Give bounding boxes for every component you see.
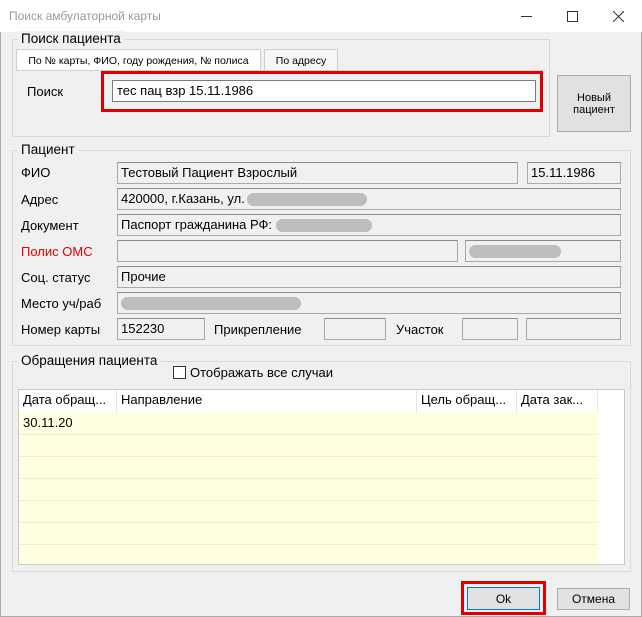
area-extra-field[interactable]	[526, 318, 621, 340]
col-header-direction[interactable]: Направление	[117, 390, 417, 412]
document-label: Документ	[21, 218, 79, 233]
document-field[interactable]: Паспорт гражданина РФ:	[117, 214, 621, 236]
column-4	[517, 390, 598, 564]
visits-table[interactable]: Дата обращ... Направление Цель обращ... …	[18, 389, 625, 565]
tab-by-card[interactable]: По № карты, ФИО, году рождения, № полиса	[16, 49, 261, 70]
col-header-purpose[interactable]: Цель обращ...	[417, 390, 517, 412]
row-divider	[19, 456, 598, 457]
oms-blur	[469, 245, 561, 259]
search-group-label: Поиск пациента	[18, 31, 124, 46]
show-all-label: Отображать все случаи	[190, 365, 333, 380]
address-blur	[246, 193, 367, 207]
minimize-icon[interactable]	[503, 0, 549, 32]
card-number-label: Номер карты	[21, 322, 101, 337]
row-divider	[19, 544, 598, 545]
area-field[interactable]	[462, 318, 518, 340]
visits-group-label: Обращения пациента	[18, 353, 161, 368]
column-3	[417, 390, 517, 564]
oms-number-field[interactable]	[465, 240, 621, 262]
work-field[interactable]	[117, 292, 621, 314]
fio-label: ФИО	[21, 165, 51, 180]
show-all-checkbox[interactable]	[173, 366, 186, 379]
oms-series-field[interactable]	[117, 240, 458, 262]
col-header-date[interactable]: Дата обращ...	[19, 390, 117, 412]
header-filler	[598, 390, 624, 412]
row-divider	[19, 434, 598, 435]
work-blur	[121, 297, 301, 311]
oms-label: Полис ОМС	[21, 244, 93, 259]
address-text: 420000, г.Казань, ул.	[121, 191, 245, 206]
cancel-button[interactable]: Отмена	[557, 588, 630, 610]
attachment-field[interactable]	[324, 318, 386, 340]
close-icon[interactable]	[595, 0, 641, 32]
fio-field[interactable]: Тестовый Пациент Взрослый	[117, 162, 518, 184]
birth-date-field[interactable]: 15.11.1986	[527, 162, 621, 184]
card-number-field[interactable]: 152230	[117, 318, 205, 340]
status-field[interactable]: Прочие	[117, 266, 621, 288]
document-text: Паспорт гражданина РФ:	[121, 217, 273, 232]
search-input[interactable]: тес пац взр 15.11.1986	[112, 80, 536, 102]
table-cell[interactable]: 30.11.20	[23, 415, 73, 430]
status-label: Соц. статус	[21, 270, 91, 285]
work-label: Место уч/раб	[21, 296, 102, 311]
column-2	[117, 390, 417, 564]
new-patient-button[interactable]: Новый пациент	[557, 75, 631, 132]
row-divider	[19, 500, 598, 501]
col-header-close-date[interactable]: Дата зак...	[517, 390, 598, 412]
address-label: Адрес	[21, 192, 59, 207]
patient-group-label: Пациент	[18, 142, 78, 157]
row-divider	[19, 478, 598, 479]
maximize-icon[interactable]	[549, 0, 595, 32]
window-title: Поиск амбулаторной карты	[9, 9, 161, 23]
row-divider	[19, 522, 598, 523]
search-label: Поиск	[27, 84, 64, 99]
ok-button[interactable]: Ok	[467, 587, 540, 610]
tab-by-address[interactable]: По адресу	[264, 49, 338, 70]
attachment-label: Прикрепление	[214, 322, 302, 337]
area-label: Участок	[396, 322, 444, 337]
document-blur	[276, 219, 373, 233]
address-field[interactable]: 420000, г.Казань, ул.	[117, 188, 621, 210]
